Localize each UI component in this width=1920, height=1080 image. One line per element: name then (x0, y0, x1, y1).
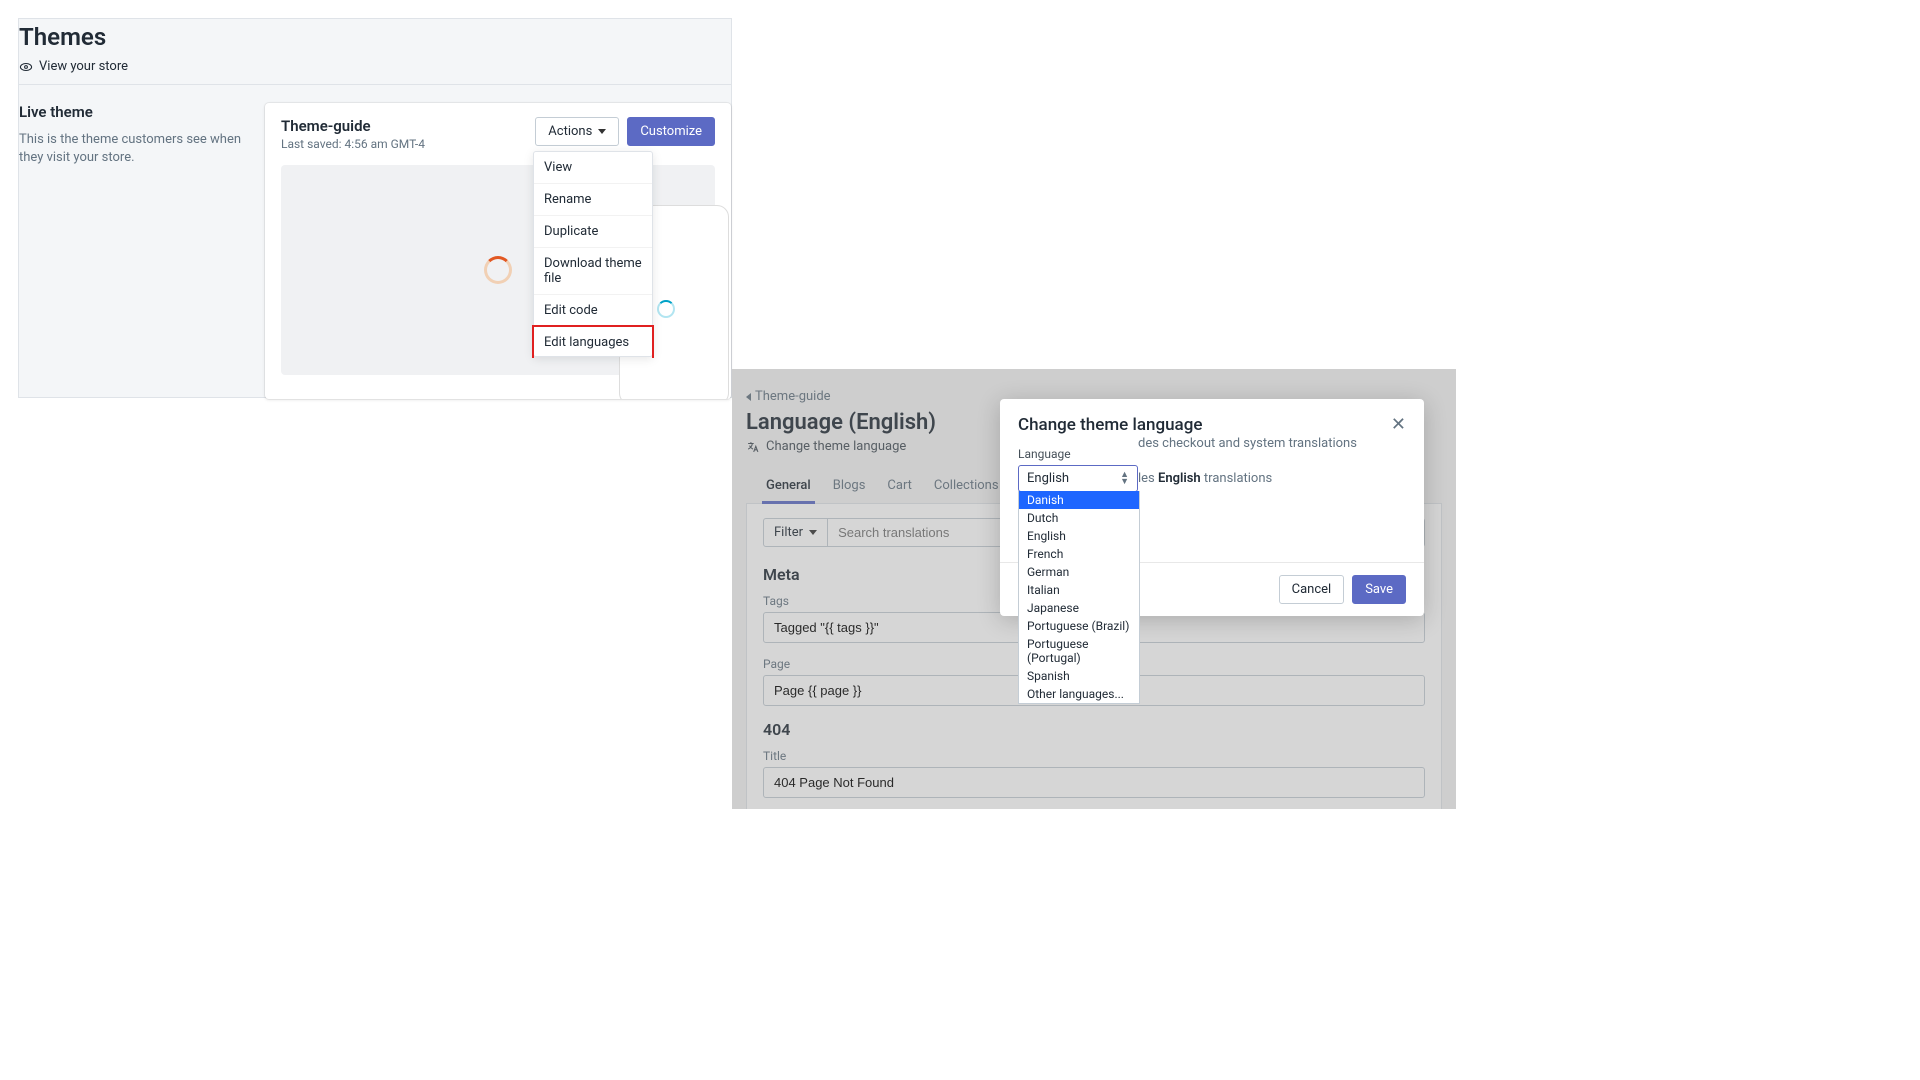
view-store-link[interactable]: View your store (19, 59, 731, 74)
view-store-label: View your store (39, 59, 128, 74)
option-english[interactable]: English (1019, 527, 1139, 545)
actions-dropdown: View Rename Duplicate Download theme fil… (533, 151, 653, 357)
menu-item-view[interactable]: View (534, 152, 652, 184)
option-portuguese-portugal[interactable]: Portuguese (Portugal) (1019, 635, 1139, 667)
option-german[interactable]: German (1019, 563, 1139, 581)
option-other[interactable]: Other languages... (1019, 685, 1139, 703)
close-icon[interactable]: ✕ (1391, 416, 1406, 434)
eye-icon (19, 60, 33, 74)
live-theme-row: Live theme This is the theme customers s… (19, 85, 731, 399)
theme-name: Theme-guide (281, 117, 425, 135)
language-options: Danish Dutch English French German Itali… (1018, 491, 1140, 704)
cancel-button[interactable]: Cancel (1279, 575, 1345, 604)
option-dutch[interactable]: Dutch (1019, 509, 1139, 527)
option-italian[interactable]: Italian (1019, 581, 1139, 599)
save-label: Save (1365, 582, 1393, 597)
theme-saved: Last saved: 4:56 am GMT-4 (281, 137, 425, 151)
customize-label: Customize (640, 124, 702, 139)
hint2-prefix: les (1138, 471, 1158, 486)
option-japanese[interactable]: Japanese (1019, 599, 1139, 617)
language-select-value: English (1027, 471, 1069, 486)
page-title: Themes (19, 19, 731, 53)
hint-checkout: des checkout and system translations (1138, 436, 1406, 451)
live-theme-heading: Live theme (19, 103, 255, 121)
loading-spinner-icon (484, 256, 512, 284)
option-danish[interactable]: Danish (1019, 491, 1139, 509)
actions-label: Actions (548, 124, 592, 139)
loading-circle-icon (657, 300, 675, 318)
live-theme-info: Live theme This is the theme customers s… (19, 103, 265, 399)
cancel-label: Cancel (1292, 582, 1332, 597)
menu-item-rename[interactable]: Rename (534, 184, 652, 216)
chevron-down-icon (598, 129, 606, 134)
menu-item-download[interactable]: Download theme file (534, 248, 652, 295)
customize-button[interactable]: Customize (627, 117, 715, 146)
change-language-modal: Change theme language ✕ Language English… (1000, 399, 1424, 616)
save-button[interactable]: Save (1352, 575, 1406, 604)
select-arrows-icon: ▲▼ (1120, 472, 1129, 485)
menu-item-edit-languages[interactable]: Edit languages (532, 325, 654, 358)
hint2-bold: English (1158, 471, 1201, 486)
actions-button[interactable]: Actions (535, 117, 619, 146)
option-spanish[interactable]: Spanish (1019, 667, 1139, 685)
hint-english: les English translations (1138, 471, 1406, 486)
option-portuguese-brazil[interactable]: Portuguese (Brazil) (1019, 617, 1139, 635)
themes-header: Themes View your store (19, 19, 731, 85)
themes-panel: Themes View your store Live theme This i… (18, 18, 732, 398)
language-select[interactable]: English ▲▼ Danish Dutch English French G… (1018, 465, 1138, 492)
modal-title: Change theme language (1018, 415, 1202, 435)
hint2-suffix: translations (1201, 471, 1273, 486)
option-french[interactable]: French (1019, 545, 1139, 563)
live-theme-desc: This is the theme customers see when the… (19, 131, 255, 167)
language-panel: Theme-guide Language (English) Change th… (732, 369, 1456, 809)
menu-item-edit-code[interactable]: Edit code (534, 295, 652, 327)
theme-card: Theme-guide Last saved: 4:56 am GMT-4 Ac… (265, 103, 731, 399)
menu-item-duplicate[interactable]: Duplicate (534, 216, 652, 248)
